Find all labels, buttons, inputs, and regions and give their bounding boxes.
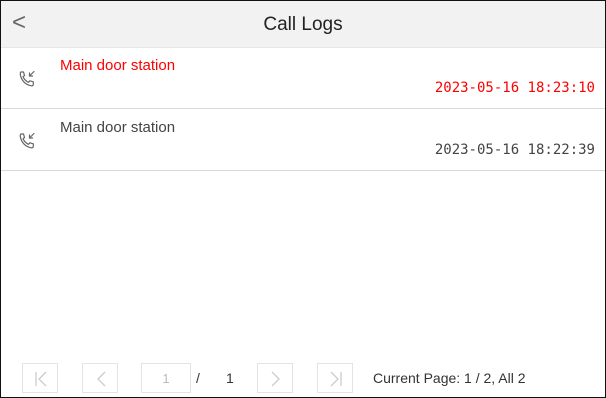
phone-incoming-icon <box>17 131 37 151</box>
call-log-row-missed[interactable]: Main door station 2023-05-16 18:23:10 <box>1 48 605 109</box>
caller-name: Main door station <box>60 119 176 136</box>
call-log-row-answered[interactable]: Main door station 2023-05-16 18:22:39 <box>1 110 605 171</box>
call-time: 2023-05-16 18:23:10 <box>434 80 595 96</box>
page-title: Call Logs <box>263 14 343 35</box>
header-bar: < Call Logs <box>1 1 605 48</box>
page-number-input[interactable] <box>141 363 191 393</box>
pagination-bar: / 1 Current Page: 1 / 2, All 2 <box>1 353 605 397</box>
caller-name: Main door station <box>60 57 176 74</box>
first-page-button[interactable] <box>22 363 58 393</box>
call-time: 2023-05-16 18:22:39 <box>434 142 595 158</box>
phone-incoming-icon <box>17 69 37 89</box>
last-page-button[interactable] <box>317 363 353 393</box>
page-status-text: Current Page: 1 / 2, All 2 <box>373 370 526 386</box>
call-logs-window: < Call Logs Main door station 2023-05-16… <box>0 0 606 398</box>
page-separator: / <box>196 370 200 386</box>
total-pages: 1 <box>226 370 234 386</box>
next-page-button[interactable] <box>257 363 293 393</box>
prev-page-button[interactable] <box>82 363 118 393</box>
